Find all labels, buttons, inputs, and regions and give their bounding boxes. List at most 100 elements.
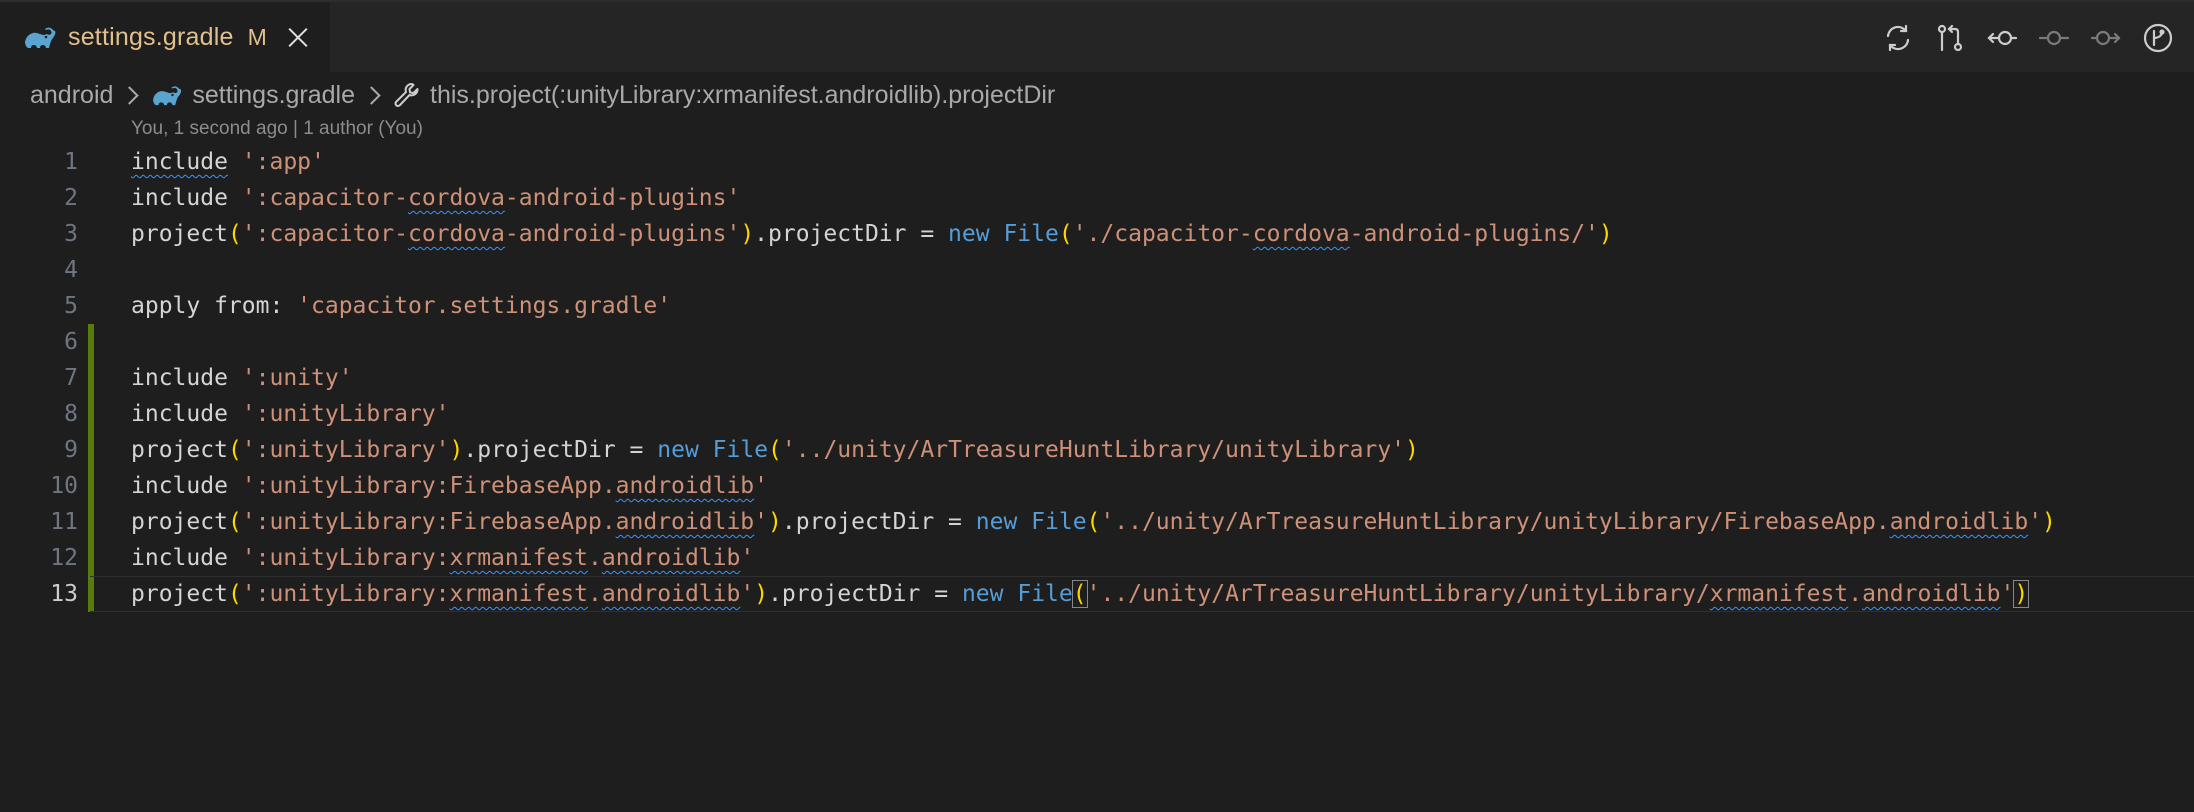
code-token: androidlib	[601, 581, 741, 607]
tab-label: settings.gradle	[68, 22, 234, 51]
git-modified-gutter[interactable]	[88, 504, 94, 540]
code-text: project(':unityLibrary:xrmanifest.androi…	[131, 576, 2030, 612]
code-token: xrmanifest	[1709, 581, 1849, 607]
code-token: '	[2028, 509, 2043, 535]
breadcrumb-symbol[interactable]: this.project(:unityLibrary:xrmanifest.an…	[392, 81, 1055, 110]
code-text: include ':unityLibrary:FirebaseApp.andro…	[131, 468, 768, 504]
sync-icon[interactable]	[1882, 22, 1914, 54]
code-token: include	[131, 365, 228, 391]
code-token: project	[131, 221, 228, 247]
code-token: (	[1086, 509, 1101, 535]
code-line[interactable]: 4	[0, 252, 2194, 288]
code-token: )	[740, 221, 755, 247]
line-number: 3	[64, 221, 78, 247]
code-token: new	[961, 581, 1004, 607]
code-token: (	[227, 221, 242, 247]
code-line[interactable]: 5 apply from: 'capacitor.settings.gradle'	[0, 288, 2194, 324]
code-text: include ':capacitor-cordova-android-plug…	[131, 180, 740, 216]
code-token: ':unityLibrary:FirebaseApp.	[241, 473, 616, 499]
blame-annotation[interactable]: You, 1 second ago | 1 author (You)	[131, 118, 423, 140]
wrench-icon	[394, 83, 419, 107]
code-line[interactable]: 8 include ':unityLibrary'	[0, 396, 2194, 432]
breadcrumb-folder[interactable]: android	[30, 81, 113, 110]
git-modified-gutter[interactable]	[88, 576, 94, 612]
code-text: include ':unity'	[131, 360, 353, 396]
git-modified-gutter[interactable]	[88, 396, 94, 432]
compare-changes-icon[interactable]	[1934, 22, 1966, 54]
code-token: .projectDir =	[754, 221, 949, 247]
line-number: 8	[64, 401, 78, 427]
git-modified-gutter[interactable]	[88, 324, 94, 360]
close-icon[interactable]	[287, 26, 309, 48]
git-modified-gutter[interactable]	[88, 468, 94, 504]
code-token: apply from:	[131, 293, 298, 319]
code-token: androidlib	[615, 509, 755, 535]
breadcrumb-file-label: settings.gradle	[192, 80, 356, 109]
git-modified-gutter[interactable]	[88, 540, 94, 576]
go-back-icon[interactable]	[1986, 22, 2018, 54]
chevron-right-icon	[120, 85, 140, 105]
line-number: 1	[64, 149, 78, 175]
code-token: (	[768, 437, 782, 463]
code-line[interactable]: 10 include ':unityLibrary:FirebaseApp.and…	[0, 468, 2194, 504]
code-line[interactable]: 1 include ':app'	[0, 144, 2194, 180]
code-token: project	[131, 581, 228, 607]
code-line[interactable]: 3 project(':capacitor-cordova-android-plu…	[0, 216, 2194, 252]
code-token: project	[131, 509, 228, 535]
code-token: include	[131, 545, 228, 571]
code-token: (	[1071, 580, 1088, 608]
code-token: File	[712, 437, 769, 463]
code-token: )	[1405, 437, 1419, 463]
line-number: 5	[64, 293, 78, 319]
code-token: new	[657, 437, 699, 463]
git-modified-gutter[interactable]	[88, 432, 94, 468]
code-token: )	[2042, 509, 2056, 535]
breadcrumb-file[interactable]: settings.gradle	[150, 81, 355, 110]
code-token: ':unityLibrary:FirebaseApp.	[241, 509, 616, 535]
code-token: File	[1003, 221, 1059, 247]
code-token: '	[740, 581, 755, 607]
code-token: .projectDir =	[768, 581, 962, 607]
git-graph-icon[interactable]	[2142, 22, 2174, 54]
line-number: 12	[50, 545, 78, 571]
code-line[interactable]: 2 include ':capacitor-cordova-android-plu…	[0, 180, 2194, 216]
code-token: include	[131, 473, 228, 499]
gradle-icon	[25, 27, 56, 48]
code-line[interactable]: 9 project(':unityLibrary').projectDir = n…	[0, 432, 2194, 468]
code-editor[interactable]: 1 include ':app' 2 include ':capacitor-cord…	[0, 144, 2194, 612]
line-number: 2	[64, 185, 78, 211]
code-token: '	[754, 473, 769, 499]
code-token: .projectDir =	[781, 509, 976, 535]
line-number: 9	[64, 437, 78, 463]
code-token: cordova	[1252, 221, 1350, 247]
tab-settings-gradle[interactable]: settings.gradle M	[0, 2, 330, 72]
code-token: (	[1058, 221, 1073, 247]
line-number: 7	[64, 365, 78, 391]
code-token: '	[2000, 581, 2015, 607]
code-token: project	[131, 437, 228, 463]
timeline-icon[interactable]	[2038, 22, 2070, 54]
git-modified-gutter[interactable]	[88, 360, 94, 396]
code-token: include	[131, 401, 228, 427]
code-token: cordova	[407, 221, 505, 247]
code-token: -android-plugins'	[504, 185, 741, 211]
code-token: androidlib	[1862, 581, 2001, 607]
code-token: )	[754, 581, 769, 607]
code-token: .	[1848, 581, 1863, 607]
code-line[interactable]: 7 include ':unity'	[0, 360, 2194, 396]
code-token: ':unityLibrary:	[241, 545, 450, 571]
code-text: include ':unityLibrary'	[131, 396, 450, 432]
code-line[interactable]: 12 include ':unityLibrary:xrmanifest.andr…	[0, 540, 2194, 576]
line-number: 4	[64, 257, 78, 283]
code-line[interactable]: 13 project(':unityLibrary:xrmanifest.andr…	[0, 576, 2194, 612]
breadcrumb-symbol-label: this.project(:unityLibrary:xrmanifest.an…	[430, 80, 1056, 109]
code-line[interactable]: 11 project(':unityLibrary:FirebaseApp.and…	[0, 504, 2194, 540]
code-token: xrmanifest	[449, 545, 588, 571]
go-forward-icon[interactable]	[2090, 22, 2122, 54]
code-line[interactable]: 6	[0, 324, 2194, 360]
code-token: androidlib	[1889, 509, 2029, 535]
code-token: '../unity/ArTreasureHuntLibrary/unityLib…	[1100, 509, 1890, 535]
